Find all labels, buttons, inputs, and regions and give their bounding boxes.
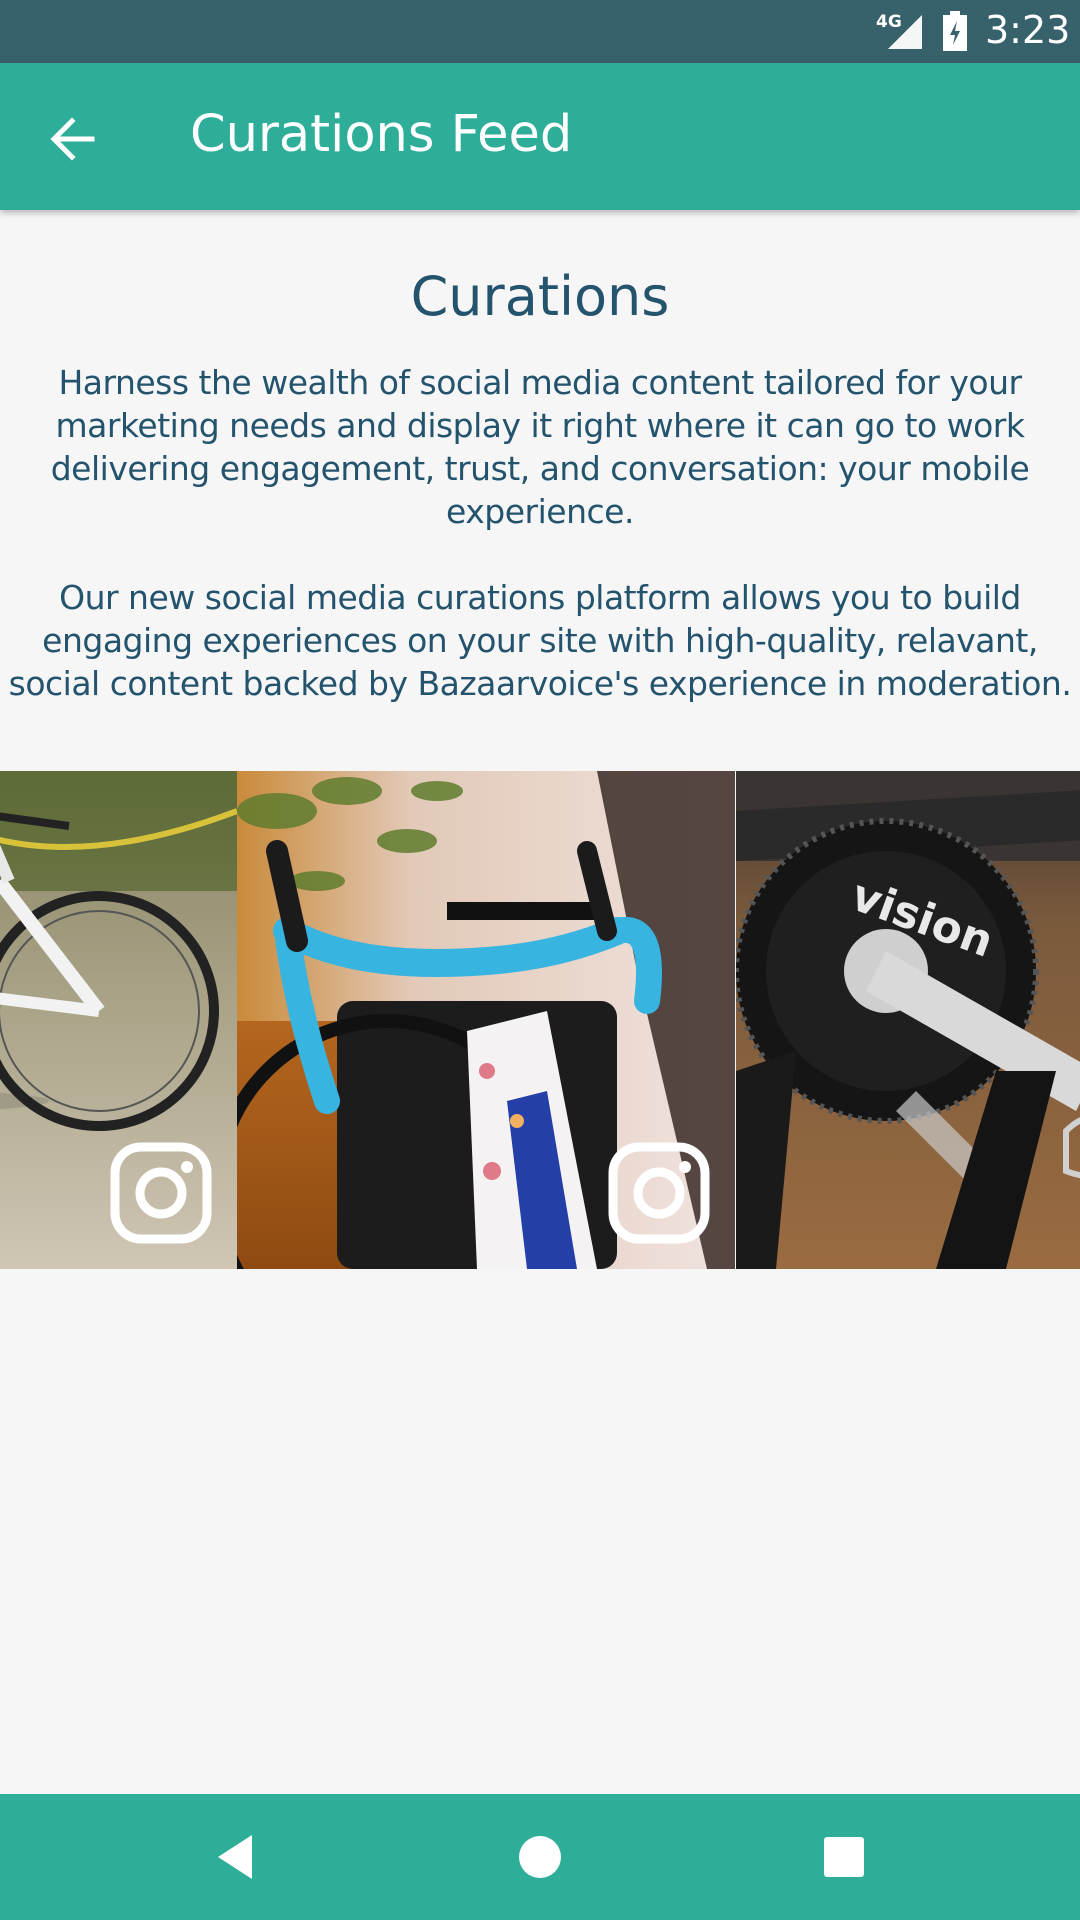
battery-icon	[942, 11, 968, 51]
triangle-back-icon	[218, 1835, 252, 1879]
nav-recents-button[interactable]	[812, 1825, 876, 1889]
bicycle-photo: vision	[736, 771, 1080, 1269]
section-description: Harness the wealth of social media conte…	[8, 363, 1072, 703]
signal-icon	[886, 13, 922, 49]
status-bar: 4G 3:23	[0, 0, 1080, 63]
page-title: Curations Feed	[190, 105, 573, 164]
carousel-item[interactable]: vision	[736, 771, 1080, 1269]
section-heading: Curations	[410, 265, 670, 328]
app-bar: Curations Feed	[0, 63, 1080, 210]
square-recents-icon	[824, 1837, 864, 1877]
arrow-left-icon	[50, 117, 95, 161]
clock-label: 3:23	[985, 8, 1071, 52]
instagram-icon	[607, 1141, 711, 1245]
nav-back-button[interactable]	[204, 1825, 268, 1889]
system-navigation-bar	[0, 1794, 1080, 1920]
carousel-item[interactable]	[237, 771, 735, 1269]
curations-carousel[interactable]: vision	[0, 771, 1080, 1269]
carousel-item[interactable]	[0, 771, 237, 1269]
circle-home-icon	[519, 1836, 561, 1878]
instagram-icon	[109, 1141, 213, 1245]
nav-home-button[interactable]	[508, 1825, 572, 1889]
back-button[interactable]	[36, 103, 108, 175]
